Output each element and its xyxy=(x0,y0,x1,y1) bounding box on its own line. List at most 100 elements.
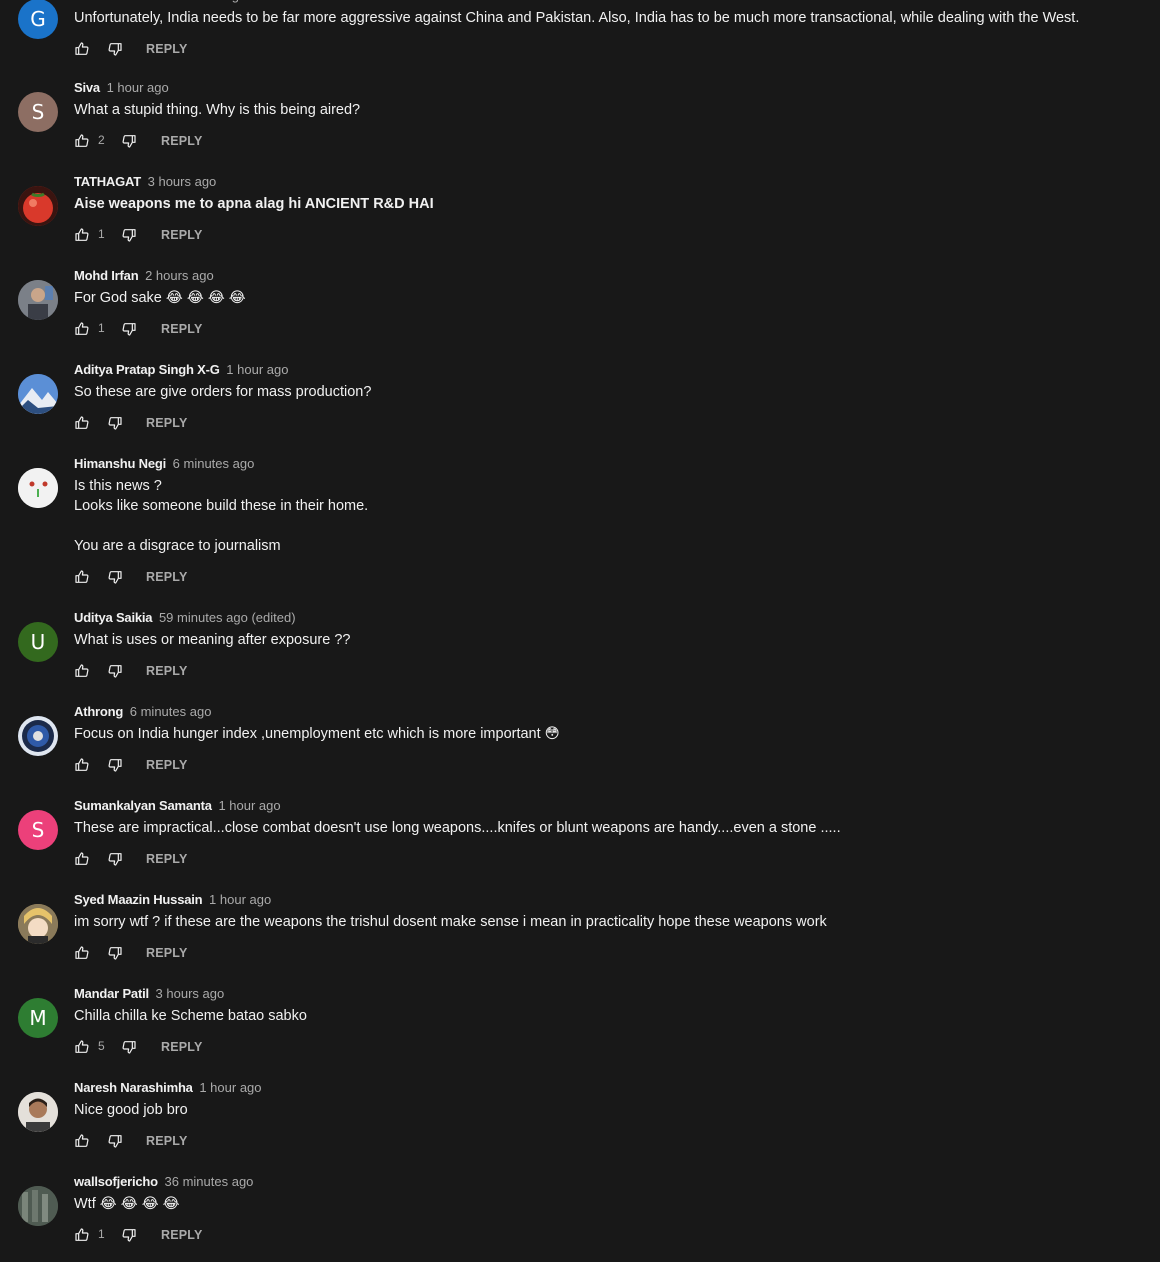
comment-timestamp[interactable]: 6 minutes ago xyxy=(173,456,255,471)
wall-photo xyxy=(18,1186,58,1226)
comment-author[interactable]: Mohd Irfan xyxy=(74,268,139,283)
comment-timestamp[interactable]: 2 hours ago xyxy=(145,268,214,283)
like-button[interactable] xyxy=(74,569,90,585)
comment-timestamp[interactable]: 36 minutes ago xyxy=(165,1174,254,1189)
comment-timestamp[interactable]: 59 minutes ago (edited) xyxy=(159,610,296,625)
like-button[interactable] xyxy=(74,41,90,57)
comment-author[interactable]: Athrong xyxy=(74,704,123,719)
like-button[interactable] xyxy=(74,133,90,149)
reply-button[interactable]: REPLY xyxy=(146,1134,188,1148)
avatar[interactable]: M xyxy=(18,998,58,1038)
comment-timestamp[interactable]: 1 hour ago xyxy=(226,362,288,377)
reply-button[interactable]: REPLY xyxy=(161,134,203,148)
comment-author[interactable]: TATHAGAT xyxy=(74,174,141,189)
thumbs-up-icon xyxy=(74,663,90,679)
like-button[interactable] xyxy=(74,757,90,773)
like-button[interactable] xyxy=(74,1133,90,1149)
comment-author[interactable]: Sumankalyan Samanta xyxy=(74,798,212,813)
thumbs-down-icon xyxy=(107,851,123,867)
comment-author[interactable]: Syed Maazin Hussain xyxy=(74,892,203,907)
reply-button[interactable]: REPLY xyxy=(146,758,188,772)
like-button[interactable] xyxy=(74,321,90,337)
thumbs-up-icon xyxy=(74,851,90,867)
face-photo xyxy=(18,468,58,508)
thumbs-down-icon xyxy=(107,757,123,773)
dislike-button[interactable] xyxy=(121,321,137,337)
avatar[interactable] xyxy=(18,1092,58,1132)
comment-actions: REPLY xyxy=(74,849,1140,871)
dislike-button[interactable] xyxy=(107,757,123,773)
reply-button[interactable]: REPLY xyxy=(161,1228,203,1242)
thumbs-up-icon xyxy=(74,133,90,149)
reply-button[interactable]: REPLY xyxy=(161,228,203,242)
comment-actions: REPLY xyxy=(74,567,1140,589)
comment-author[interactable]: Himanshu Negi xyxy=(74,456,166,471)
man-photo xyxy=(18,1092,58,1132)
comment-timestamp[interactable]: 3 hours ago xyxy=(156,986,225,1001)
reply-button[interactable]: REPLY xyxy=(146,416,188,430)
reply-button[interactable]: REPLY xyxy=(146,664,188,678)
avatar[interactable]: S xyxy=(18,92,58,132)
comment-timestamp[interactable]: 3 hours ago xyxy=(178,0,247,3)
like-button[interactable] xyxy=(74,1039,90,1055)
comment-timestamp[interactable]: 3 hours ago xyxy=(148,174,217,189)
dislike-button[interactable] xyxy=(107,945,123,961)
avatar[interactable] xyxy=(18,374,58,414)
avatar[interactable] xyxy=(18,716,58,756)
thumbs-down-icon xyxy=(107,569,123,585)
comment-timestamp[interactable]: 1 hour ago xyxy=(107,80,169,95)
comment-author[interactable]: Naresh Narashimha xyxy=(74,1080,193,1095)
dislike-button[interactable] xyxy=(121,1039,137,1055)
like-count: 1 xyxy=(98,1227,105,1241)
thumbs-down-icon xyxy=(107,945,123,961)
comment-author[interactable]: Siva xyxy=(74,80,100,95)
like-button[interactable] xyxy=(74,415,90,431)
thumbs-up-icon xyxy=(74,1227,90,1243)
dislike-button[interactable] xyxy=(107,1133,123,1149)
comment-actions: 1 REPLY xyxy=(74,1225,1140,1247)
dislike-button[interactable] xyxy=(107,415,123,431)
reply-button[interactable]: REPLY xyxy=(146,852,188,866)
dislike-button[interactable] xyxy=(107,663,123,679)
comment-author[interactable]: Uditya Saikia xyxy=(74,610,153,625)
like-button[interactable] xyxy=(74,663,90,679)
comment-author[interactable]: wallsofjericho xyxy=(74,1174,158,1189)
reply-button[interactable]: REPLY xyxy=(161,1040,203,1054)
comment-timestamp[interactable]: 1 hour ago xyxy=(209,892,271,907)
reply-button[interactable]: REPLY xyxy=(161,322,203,336)
avatar[interactable]: G xyxy=(18,0,58,39)
reply-button[interactable]: REPLY xyxy=(146,570,188,584)
like-button[interactable] xyxy=(74,945,90,961)
dislike-button[interactable] xyxy=(121,133,137,149)
avatar[interactable] xyxy=(18,280,58,320)
comment-timestamp[interactable]: 1 hour ago xyxy=(218,798,280,813)
dislike-button[interactable] xyxy=(121,227,137,243)
avatar[interactable] xyxy=(18,904,58,944)
like-count: 5 xyxy=(98,1039,105,1053)
like-button[interactable] xyxy=(74,851,90,867)
avatar-letter: U xyxy=(30,630,46,654)
comment-timestamp[interactable]: 6 minutes ago xyxy=(130,704,212,719)
comment-text: These are impractical...close combat doe… xyxy=(74,820,841,836)
comment-author[interactable]: Aditya Pratap Singh X-G xyxy=(74,362,220,377)
reply-button[interactable]: REPLY xyxy=(146,946,188,960)
avatar[interactable]: U xyxy=(18,622,58,662)
dislike-button[interactable] xyxy=(107,569,123,585)
like-button[interactable] xyxy=(74,1227,90,1243)
dislike-button[interactable] xyxy=(107,851,123,867)
avatar[interactable] xyxy=(18,186,58,226)
comment-text: Nice good job bro xyxy=(74,1102,188,1118)
avatar[interactable] xyxy=(18,1186,58,1226)
dislike-button[interactable] xyxy=(121,1227,137,1243)
like-button[interactable] xyxy=(74,227,90,243)
comment-timestamp[interactable]: 1 hour ago xyxy=(199,1080,261,1095)
reply-button[interactable]: REPLY xyxy=(146,42,188,56)
comment-author[interactable]: Mandar Patil xyxy=(74,986,149,1001)
comment-author[interactable]: Gaurav Chaubal xyxy=(74,0,171,3)
avatar[interactable] xyxy=(18,468,58,508)
dislike-button[interactable] xyxy=(107,41,123,57)
thumbs-down-icon xyxy=(121,321,137,337)
avatar[interactable]: S xyxy=(18,810,58,850)
thumbs-down-icon xyxy=(121,227,137,243)
comment-text: Aise weapons me to apna alag hi ANCIENT … xyxy=(74,196,434,212)
